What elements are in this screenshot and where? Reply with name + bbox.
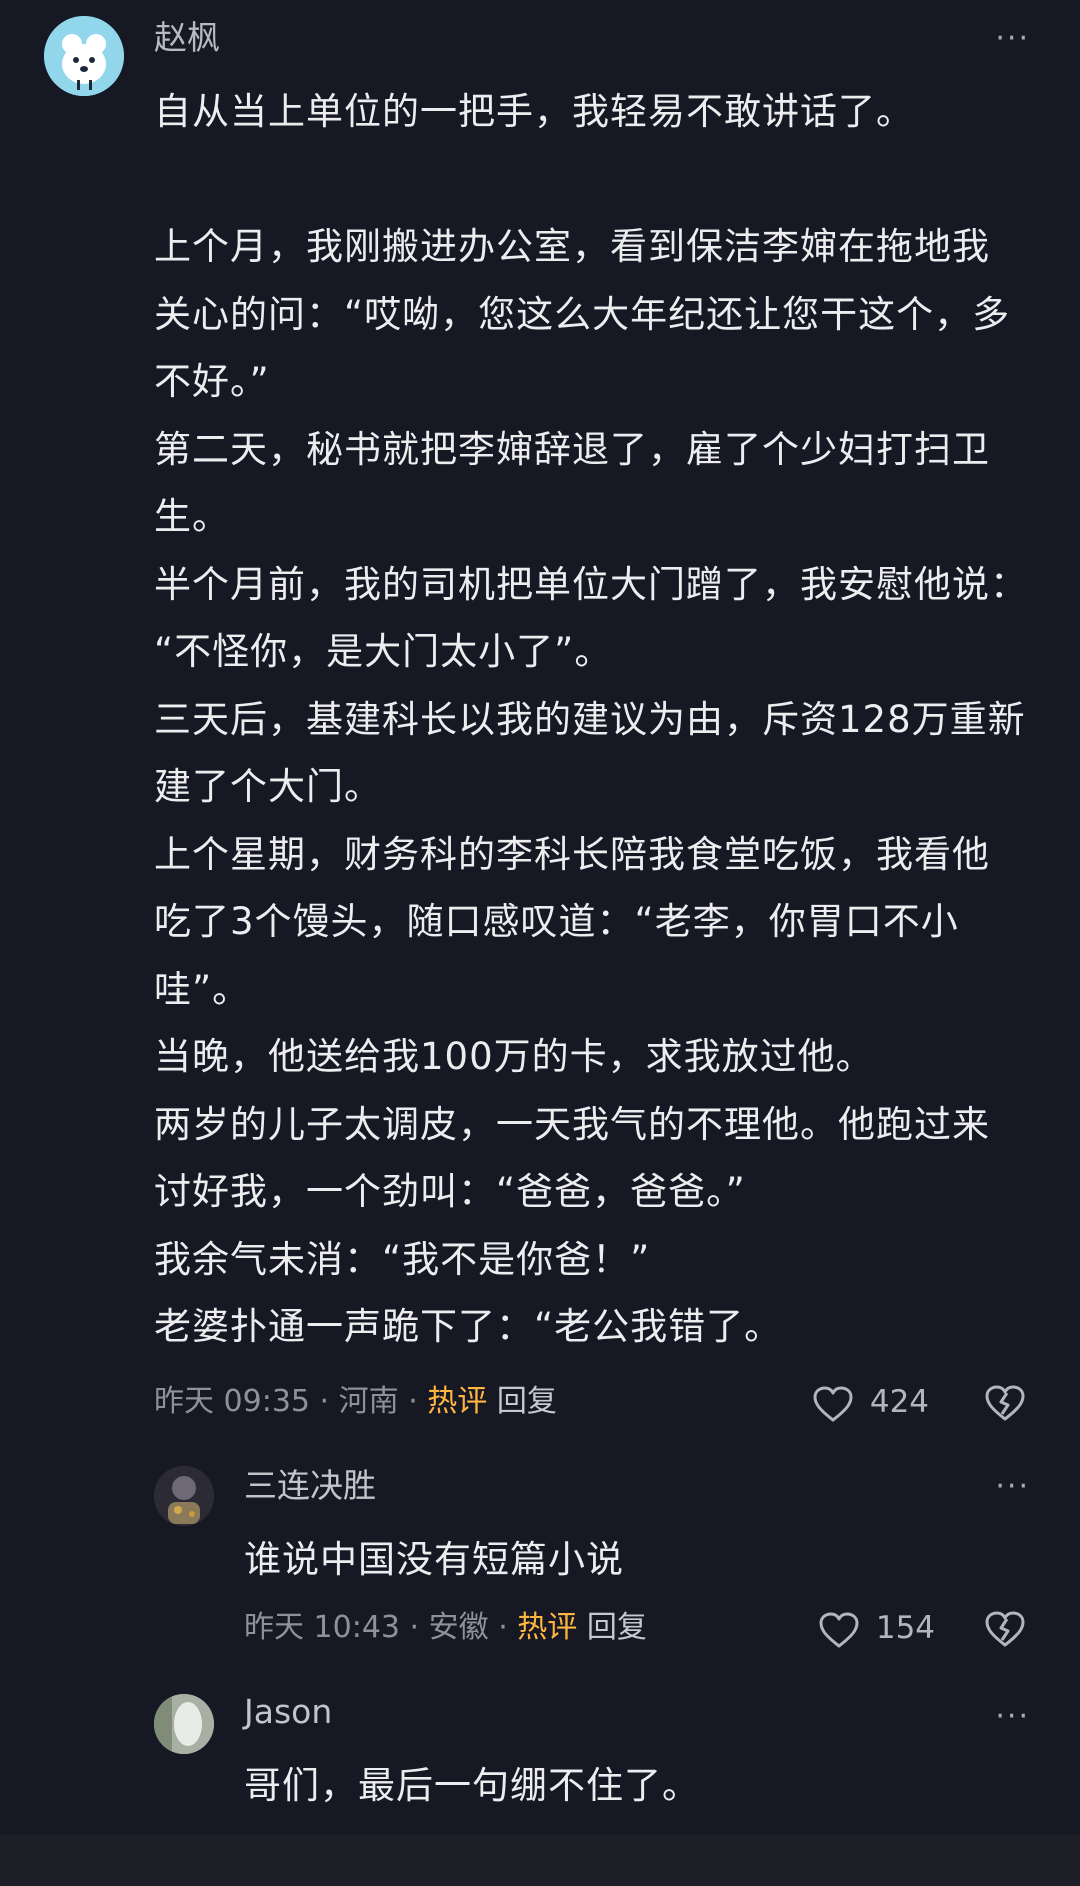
avatar-image-icon: [154, 1466, 214, 1526]
more-dots-icon: ···: [995, 1469, 1030, 1504]
reply-meta: 昨天 10:43 · 安徽 · 热评 回复: [244, 1610, 647, 1646]
dog-avatar-icon: [44, 16, 124, 96]
heart-icon: [819, 1612, 859, 1647]
comment-body: 自从当上单位的一把手，我轻易不敢讲话了。上个月，我刚搬进办公室，看到保洁李婶在拖…: [154, 78, 1054, 1361]
comment-body-line: 讨好我，一个劲叫：“爸爸，爸爸。”: [154, 1170, 746, 1213]
comment-body-line: 生。: [154, 495, 230, 538]
reply-author[interactable]: Jason: [244, 1692, 332, 1732]
reply-comment: 三连决胜 ··· 谁说中国没有短篇小说 昨天 10:43 · 安徽 · 热评 回…: [0, 1440, 1080, 1647]
reply-comment: Jason ··· 哥们，最后一句绷不住了。: [0, 1668, 1080, 1834]
hot-badge: 热评: [427, 1384, 488, 1419]
reply-location: 安徽: [428, 1610, 489, 1645]
more-dots-icon: ···: [995, 1699, 1030, 1734]
more-options-button[interactable]: ···: [995, 1702, 1030, 1732]
comment-body-line: 上个星期，财务科的李科长陪我食堂吃饭，我看他: [154, 832, 990, 876]
comment-body-line: 当晚，他送给我100万的卡，求我放过他。: [154, 1035, 874, 1078]
like-count: 424: [869, 1384, 930, 1420]
comment-body-line: 哇”。: [154, 967, 251, 1011]
more-options-button[interactable]: ···: [995, 1472, 1030, 1502]
meta-separator: ·: [498, 1610, 508, 1645]
comment-body-line: 半个月前，我的司机把单位大门蹭了，我安慰他说：: [154, 562, 1028, 606]
avatar[interactable]: [154, 1694, 214, 1754]
broken-heart-icon: [985, 1385, 1025, 1421]
meta-separator: ·: [409, 1610, 420, 1645]
comment-body-line: 自从当上单位的一把手，我轻易不敢讲话了。: [154, 90, 914, 133]
reply-button[interactable]: 回复: [497, 1384, 557, 1419]
comment-body-line: 两岁的儿子太调皮，一天我气的不理他。他跑过来: [154, 1102, 990, 1146]
broken-heart-icon: [985, 1611, 1025, 1647]
comment-author[interactable]: 赵枫: [154, 18, 220, 58]
comment-body-line: 我余气未消：“我不是你爸！”: [154, 1237, 651, 1281]
reply-button[interactable]: 回复: [587, 1610, 647, 1645]
heart-icon: [813, 1386, 853, 1421]
more-dots-icon: ···: [995, 21, 1030, 56]
avatar[interactable]: [154, 1466, 214, 1526]
meta-separator: ·: [408, 1384, 418, 1419]
reply-time: 昨天 10:43: [244, 1610, 400, 1645]
reply-body: 哥们，最后一句绷不住了。: [244, 1764, 700, 1807]
comment-body-line: 老婆扑通一声跪下了：“老公我错了。: [154, 1305, 783, 1348]
comment-time: 昨天 09:35: [154, 1384, 310, 1419]
comment-body-line: “不怪你，是大门太小了”。: [154, 630, 613, 673]
comment-page: 赵枫 ··· 自从当上单位的一把手，我轻易不敢讲话了。 上个月，我刚搬进办公室，看…: [0, 0, 1080, 1834]
comment-body-line: [154, 146, 1054, 214]
meta-separator: ·: [319, 1384, 330, 1419]
like-count: 154: [875, 1610, 936, 1646]
reply-body: 谁说中国没有短篇小说: [244, 1538, 624, 1581]
comment-body-line: 三天后，基建科长以我的建议为由，斥资128万重新: [154, 697, 1026, 741]
comment-meta: 昨天 09:35 · 河南 · 热评 回复: [154, 1384, 557, 1420]
bottom-bar: [0, 1834, 1080, 1886]
comment-body-line: 上个月，我刚搬进办公室，看到保洁李婶在拖地我: [154, 225, 990, 268]
comment-location: 河南: [338, 1384, 399, 1419]
like-button[interactable]: 154: [818, 1610, 935, 1649]
dislike-button[interactable]: [984, 1384, 1026, 1422]
like-button[interactable]: 424: [812, 1384, 929, 1423]
comment-body-line: 建了个大门。: [154, 765, 382, 808]
comment-body-line: 第二天，秘书就把李婶辞退了，雇了个少妇打扫卫: [154, 427, 990, 471]
hot-badge: 热评: [517, 1610, 578, 1645]
main-comment: 赵枫 ··· 自从当上单位的一把手，我轻易不敢讲话了。上个月，我刚搬进办公室，看…: [0, 0, 1080, 1440]
comment-body-line: 吃了3个馒头，随口感叹道：“老李，你胃口不小: [154, 900, 959, 943]
reply-author[interactable]: 三连决胜: [244, 1466, 376, 1506]
comment-body-line: 关心的问：“哎呦，您这么大年纪还让您干这个，多: [154, 292, 1011, 336]
more-options-button[interactable]: ···: [995, 24, 1030, 54]
avatar[interactable]: [44, 16, 124, 96]
dislike-button[interactable]: [984, 1610, 1026, 1648]
avatar-image-icon: [154, 1694, 214, 1754]
comment-body-line: 不好。”: [154, 360, 270, 403]
